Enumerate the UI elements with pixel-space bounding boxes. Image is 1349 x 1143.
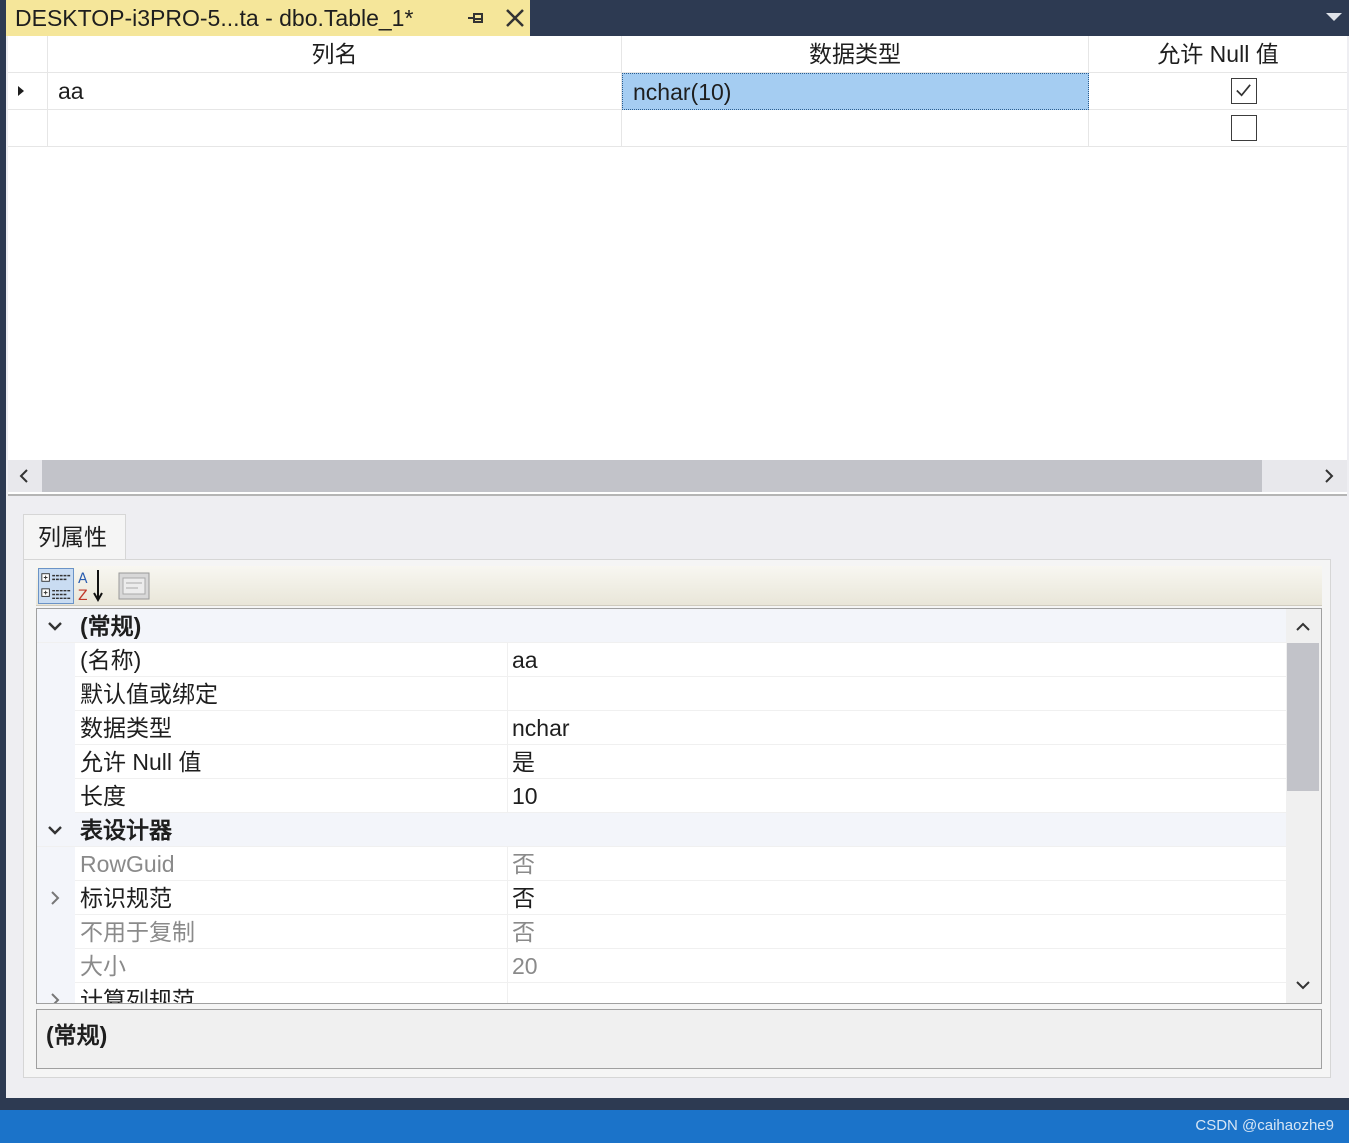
scroll-right-icon[interactable]: [1313, 460, 1345, 492]
category-table-designer[interactable]: 表设计器: [37, 813, 1287, 847]
property-value[interactable]: 否: [507, 881, 1287, 915]
property-name: 不用于复制: [80, 919, 195, 945]
property-value[interactable]: aa: [507, 643, 1287, 677]
document-tab-strip: DESKTOP-i3PRO-5...ta - dbo.Table_1*: [0, 0, 1349, 36]
property-row[interactable]: 大小 20: [37, 949, 1287, 983]
chevron-down-icon[interactable]: [45, 616, 65, 636]
status-bar: CSDN @caihaozhe9: [0, 1110, 1349, 1143]
table-row-column-name[interactable]: aa: [48, 73, 622, 110]
property-row[interactable]: (名称) aa: [37, 643, 1287, 677]
tab-column-properties[interactable]: 列属性: [23, 514, 126, 560]
horizontal-scrollbar[interactable]: [8, 460, 1347, 492]
row-selector[interactable]: [8, 73, 48, 110]
scroll-left-icon[interactable]: [8, 460, 40, 492]
property-row[interactable]: 不用于复制 否: [37, 915, 1287, 949]
property-name: 计算列规范: [80, 987, 195, 1004]
current-row-arrow-icon: [18, 86, 24, 96]
vertical-scroll-thumb[interactable]: [1287, 643, 1319, 791]
allow-null-cell: [1089, 73, 1347, 110]
property-value: 否: [507, 847, 1287, 881]
property-pages-icon[interactable]: [116, 568, 152, 604]
allow-null-checkbox[interactable]: [1231, 115, 1257, 141]
table-row-data-type[interactable]: nchar(10): [622, 73, 1089, 110]
svg-text:Z: Z: [78, 588, 88, 604]
properties-frame: A Z (常规) (名称) aa 默认值或绑定 数据类型 nchar 允许 Nu…: [23, 559, 1331, 1078]
checkmark-icon: [1236, 84, 1251, 97]
chevron-right-icon[interactable]: [45, 990, 65, 1004]
scroll-down-icon[interactable]: [1293, 975, 1313, 995]
categorized-view-icon[interactable]: [38, 568, 74, 604]
category-label: (常规): [80, 613, 142, 639]
vertical-scrollbar[interactable]: [1286, 609, 1321, 1003]
property-row[interactable]: RowGuid 否: [37, 847, 1287, 881]
close-icon[interactable]: [503, 6, 527, 30]
property-name: 长度: [80, 783, 126, 809]
property-name: 数据类型: [80, 715, 172, 741]
watermark-text: CSDN @caihaozhe9: [1195, 1117, 1334, 1134]
property-row[interactable]: 允许 Null 值 是: [37, 745, 1287, 779]
property-name: RowGuid: [80, 851, 175, 877]
scroll-up-icon[interactable]: [1293, 617, 1313, 637]
chevron-down-icon[interactable]: [1323, 10, 1345, 24]
category-label: 表设计器: [80, 817, 172, 843]
category-general[interactable]: (常规): [37, 609, 1287, 643]
table-row-data-type[interactable]: [622, 110, 1089, 147]
property-row[interactable]: 计算列规范: [37, 983, 1287, 1004]
property-name: 默认值或绑定: [80, 681, 218, 707]
pin-icon[interactable]: [464, 6, 488, 30]
property-grid: (常规) (名称) aa 默认值或绑定 数据类型 nchar 允许 Null 值…: [36, 608, 1322, 1004]
allow-null-cell: [1089, 110, 1347, 147]
horizontal-scroll-thumb[interactable]: [42, 460, 1262, 492]
row-header-corner: [8, 36, 48, 73]
property-row[interactable]: 数据类型 nchar: [37, 711, 1287, 745]
sort-alphabetical-icon[interactable]: A Z: [76, 568, 112, 604]
table-row-column-name[interactable]: [48, 110, 622, 147]
property-row[interactable]: 标识规范 否: [37, 881, 1287, 915]
property-value: 否: [507, 915, 1287, 949]
property-description-panel: (常规): [36, 1009, 1322, 1069]
allow-null-checkbox[interactable]: [1231, 78, 1257, 104]
property-row[interactable]: 默认值或绑定: [37, 677, 1287, 711]
svg-text:A: A: [78, 571, 88, 587]
row-selector[interactable]: [8, 110, 48, 147]
property-name: 允许 Null 值: [80, 749, 202, 775]
property-value[interactable]: [507, 983, 1287, 1003]
property-name: 标识规范: [80, 885, 172, 911]
chevron-right-icon[interactable]: [45, 888, 65, 908]
column-header-name[interactable]: 列名: [48, 36, 622, 73]
property-value[interactable]: 10: [507, 779, 1287, 813]
property-row[interactable]: 长度 10: [37, 779, 1287, 813]
chevron-down-icon[interactable]: [45, 820, 65, 840]
property-value[interactable]: [507, 677, 1287, 711]
property-name: 大小: [80, 953, 126, 979]
column-header-type[interactable]: 数据类型: [622, 36, 1089, 73]
property-value: 20: [507, 949, 1287, 983]
properties-toolbar: A Z: [36, 566, 1322, 606]
column-grid: 列名 数据类型 允许 Null 值 aa nchar(10): [8, 36, 1347, 496]
property-value[interactable]: nchar: [507, 711, 1287, 745]
description-title: (常规): [46, 1022, 108, 1048]
property-value[interactable]: 是: [507, 745, 1287, 779]
column-header-allow-null[interactable]: 允许 Null 值: [1089, 36, 1347, 73]
table-designer: 列名 数据类型 允许 Null 值 aa nchar(10) 列属性 A Z (…: [6, 36, 1349, 1098]
document-tab[interactable]: DESKTOP-i3PRO-5...ta - dbo.Table_1*: [6, 0, 530, 36]
property-name: (名称): [80, 647, 142, 673]
column-properties-pane: 列属性 A Z (常规) (名称) aa 默认值或绑定 数据类型 nchar 允…: [8, 496, 1347, 1098]
document-tab-title: DESKTOP-i3PRO-5...ta - dbo.Table_1*: [15, 4, 414, 31]
